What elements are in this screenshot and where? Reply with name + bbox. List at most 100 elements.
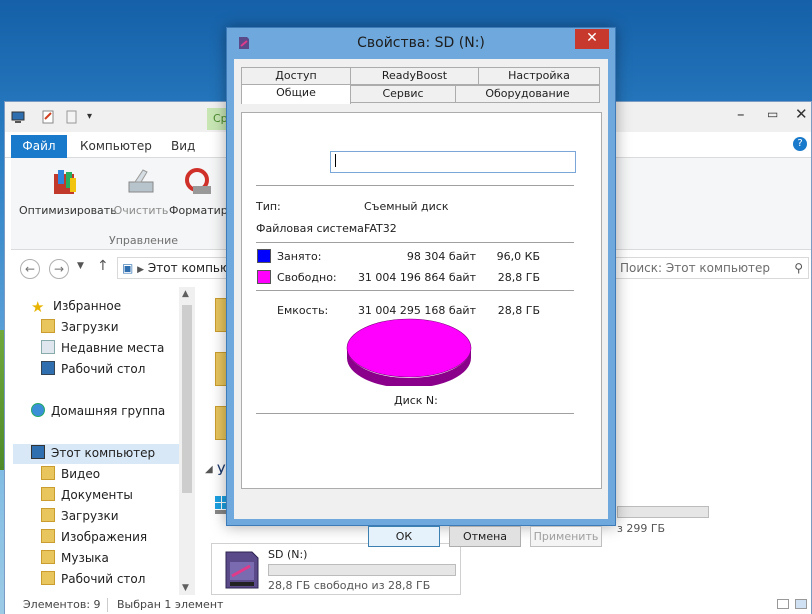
- search-icon[interactable]: ⚲: [794, 261, 803, 275]
- used-human: 96,0 КБ: [496, 250, 540, 263]
- properties-icon[interactable]: [41, 110, 55, 124]
- ok-button[interactable]: ОК: [368, 526, 440, 547]
- drive-free-text: 28,8 ГБ свободно из 28,8 ГБ: [268, 579, 431, 592]
- nav-label: Музыка: [61, 551, 109, 565]
- nav-item-recent[interactable]: Недавние места: [41, 340, 164, 360]
- apply-button[interactable]: Применить: [530, 526, 602, 547]
- nav-item-documents[interactable]: Документы: [41, 487, 133, 507]
- dialog-body: Доступ ReadyBoost Настройка Общие Сервис…: [234, 59, 608, 547]
- used-bytes: 98 304 байт: [406, 250, 476, 263]
- tab-computer[interactable]: Компьютер: [80, 139, 152, 153]
- section-header-devices: У: [217, 463, 226, 479]
- help-icon[interactable]: ?: [793, 137, 807, 151]
- capacity-bytes: 31 004 295 168 байт: [357, 304, 476, 317]
- nav-label: Избранное: [53, 299, 122, 313]
- recent-locations-icon[interactable]: ▼: [77, 261, 84, 271]
- downloads-folder-icon: [41, 319, 55, 333]
- nav-item-music[interactable]: Музыка: [41, 550, 109, 570]
- nav-item-desktop[interactable]: Рабочий стол: [41, 361, 145, 381]
- search-placeholder: Поиск: Этот компьютер: [620, 261, 771, 275]
- section-collapse-icon[interactable]: ◢: [205, 464, 213, 475]
- divider: [256, 242, 574, 243]
- drive-item-sd[interactable]: SD (N:) 28,8 ГБ свободно из 28,8 ГБ: [211, 543, 461, 595]
- video-folder-icon: [41, 466, 55, 480]
- homegroup-icon: [31, 403, 45, 417]
- nav-label: Рабочий стол: [61, 572, 146, 586]
- format-button[interactable]: Форматир: [169, 164, 229, 217]
- format-icon: [185, 168, 211, 194]
- close-icon[interactable]: ✕: [795, 105, 808, 123]
- this-pc-icon: [31, 445, 45, 459]
- nav-label: Изображения: [61, 530, 148, 544]
- type-label: Тип:: [256, 200, 281, 213]
- maximize-icon[interactable]: ▭: [767, 107, 778, 121]
- minimize-icon[interactable]: –: [737, 105, 745, 123]
- nav-item-favorites[interactable]: ★ Избранное: [31, 298, 121, 318]
- capacity-label: Емкость:: [277, 304, 329, 317]
- tab-tools[interactable]: Сервис: [350, 85, 456, 103]
- text-caret: [335, 154, 336, 167]
- computer-icon[interactable]: [11, 110, 25, 124]
- cancel-button[interactable]: Отмена: [449, 526, 521, 547]
- desktop-folder-icon: [41, 571, 55, 585]
- tab-view[interactable]: Вид: [171, 139, 195, 153]
- cleanup-icon: [128, 169, 154, 193]
- type-value: Съемный диск: [364, 200, 449, 213]
- new-folder-icon[interactable]: [65, 110, 79, 124]
- nav-scrollbar[interactable]: ▲ ▼: [179, 287, 195, 595]
- nav-label: Видео: [61, 467, 101, 481]
- capacity-human: 28,8 ГБ: [497, 304, 540, 317]
- used-space-swatch: [257, 249, 271, 263]
- scroll-down-icon[interactable]: ▼: [182, 583, 189, 593]
- nav-item-downloads[interactable]: Загрузки: [41, 319, 119, 339]
- back-button[interactable]: ←: [20, 259, 40, 279]
- sd-card-icon: [225, 551, 259, 589]
- status-bar: Элементов: 9 Выбран 1 элемент: [5, 595, 811, 614]
- drive-usage-bar: [268, 564, 456, 576]
- pictures-folder-icon: [41, 529, 55, 543]
- nav-label: Домашняя группа: [51, 404, 166, 418]
- nav-item-downloads-2[interactable]: Загрузки: [41, 508, 119, 528]
- nav-label: Этот компьютер: [51, 446, 156, 460]
- recent-places-icon: [41, 340, 55, 354]
- forward-button[interactable]: →: [49, 259, 69, 279]
- tab-sharing[interactable]: Доступ: [241, 67, 351, 85]
- tab-customize[interactable]: Настройка: [478, 67, 600, 85]
- tab-general[interactable]: Общие: [241, 84, 351, 104]
- divider: [256, 413, 574, 414]
- tiles-view-icon[interactable]: [795, 599, 807, 609]
- address-box[interactable]: ▣ ▶ Этот компью: [117, 257, 235, 279]
- qat-dropdown-icon[interactable]: ▾: [87, 111, 92, 122]
- nav-item-video[interactable]: Видео: [41, 466, 100, 486]
- scroll-up-icon[interactable]: ▲: [182, 289, 189, 299]
- nav-item-homegroup[interactable]: Домашняя группа: [31, 403, 165, 423]
- nav-label: Загрузки: [61, 509, 119, 523]
- tab-file[interactable]: Файл: [11, 135, 67, 158]
- star-icon: ★: [31, 298, 45, 316]
- status-selected: Выбран 1 элемент: [117, 598, 224, 611]
- up-arrow-icon[interactable]: ↑: [97, 258, 109, 274]
- free-human: 28,8 ГБ: [497, 271, 540, 284]
- documents-folder-icon: [41, 487, 55, 501]
- used-label: Занято:: [277, 250, 322, 263]
- optimize-button[interactable]: Оптимизировать: [19, 164, 117, 217]
- nav-item-pictures[interactable]: Изображения: [41, 529, 147, 549]
- scrollbar-thumb[interactable]: [182, 305, 192, 493]
- tab-readyboost[interactable]: ReadyBoost: [350, 67, 479, 85]
- nav-item-desktop-2[interactable]: Рабочий стол: [41, 571, 145, 591]
- downloads-folder-icon: [41, 508, 55, 522]
- desktop-icon: [41, 361, 55, 375]
- details-view-icon[interactable]: [777, 599, 789, 609]
- dialog-close-button[interactable]: ✕: [575, 29, 609, 49]
- computer-small-icon: ▣: [122, 261, 134, 275]
- free-label: Свободно:: [277, 271, 337, 284]
- search-input[interactable]: Поиск: Этот компьютер ⚲: [615, 257, 809, 279]
- ribbon-group-label: Управление: [109, 234, 179, 247]
- status-item-count: Элементов: 9: [23, 598, 101, 611]
- nav-item-this-pc[interactable]: Этот компьютер: [31, 445, 155, 465]
- volume-label-input[interactable]: [330, 151, 576, 173]
- free-bytes: 31 004 196 864 байт: [357, 271, 476, 284]
- disk-label: Диск N:: [394, 394, 438, 407]
- tab-hardware[interactable]: Оборудование: [455, 85, 600, 103]
- disk-usage-pie: [346, 318, 472, 386]
